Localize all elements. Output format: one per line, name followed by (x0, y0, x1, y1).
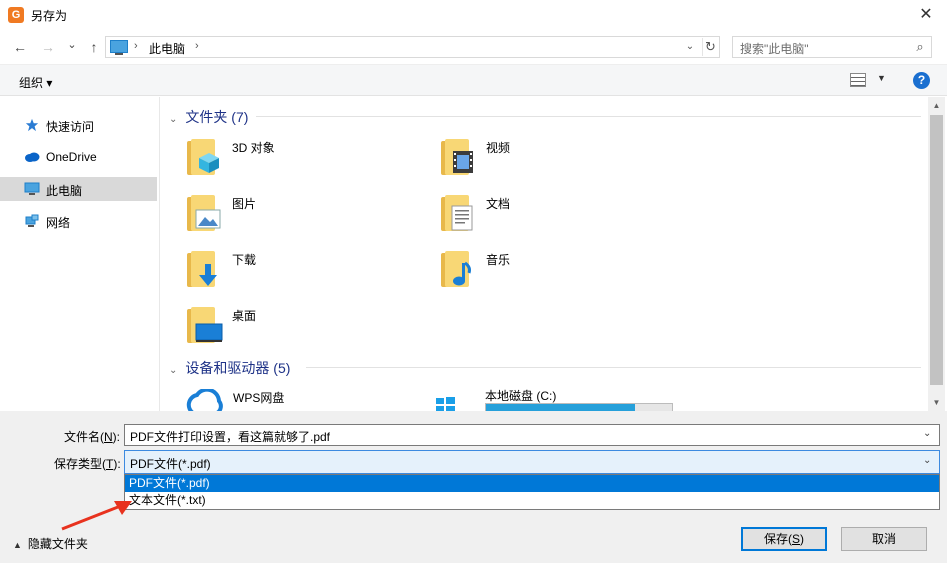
folder-label: 下载 (232, 253, 257, 267)
folders-group-title: 文件夹 (7) (185, 109, 249, 125)
chevron-down-icon[interactable]: ⌄ (923, 455, 931, 466)
window-title: 另存为 (31, 9, 68, 23)
filetype-option-txt[interactable]: 文本文件(*.txt) (125, 492, 939, 509)
back-button[interactable]: ← (10, 37, 30, 57)
up-button[interactable]: ↑ (84, 37, 104, 57)
folder-item-pictures[interactable]: 图片 (185, 191, 415, 237)
devices-group-header[interactable]: ⌄ 设备和驱动器 (5) (169, 358, 290, 378)
filetype-dropdown-list: PDF文件(*.pdf) 文本文件(*.txt) (124, 474, 940, 510)
sidebar-item-label: 快速访问 (46, 120, 95, 134)
filetype-label: 保存类型(T): (54, 457, 121, 471)
folder-item-3d-objects[interactable]: 3D 对象 (185, 135, 415, 181)
videos-folder-icon (439, 137, 479, 177)
downloads-folder-icon (185, 249, 225, 289)
device-label: WPS网盘 (233, 391, 285, 405)
folder-item-documents[interactable]: 文档 (439, 191, 669, 237)
recent-locations-button[interactable]: ⌄ (62, 35, 82, 55)
search-icon[interactable]: ⌕ (911, 38, 929, 56)
music-folder-icon (439, 249, 479, 289)
folder-label: 视频 (486, 141, 511, 155)
wps-app-icon: G (8, 7, 24, 23)
scroll-down-icon[interactable]: ▼ (928, 394, 945, 411)
sidebar-item-this-pc[interactable]: 此电脑 (0, 177, 157, 201)
navigation-pane: 快速访问 OneDrive 此电脑 网络 (0, 97, 160, 411)
file-list-pane: ⌄ 文件夹 (7) 3D 对象 视频 图片 文档 下载 音乐 桌面 ⌄ 设备和驱… (161, 97, 928, 411)
address-dropdown-icon[interactable]: ⌄ (682, 38, 698, 56)
star-icon (25, 118, 39, 132)
cloud-icon (25, 152, 40, 162)
device-item-local-disk-c[interactable]: 本地磁盘 (C:) (435, 385, 685, 411)
close-button[interactable]: ✕ (905, 0, 947, 30)
scroll-thumb[interactable] (930, 115, 943, 385)
view-options-icon[interactable] (850, 73, 866, 87)
device-label: 本地磁盘 (C:) (485, 389, 557, 403)
hide-folders-button[interactable]: ▲ 隐藏文件夹 (13, 535, 88, 552)
forward-button[interactable]: → (38, 37, 58, 57)
address-separator[interactable]: › (134, 40, 138, 52)
folder-label: 音乐 (486, 253, 511, 267)
computer-icon (110, 40, 128, 55)
sidebar-item-network[interactable]: 网络 (0, 209, 157, 233)
network-icon (25, 214, 39, 227)
cancel-button[interactable]: 取消 (841, 527, 927, 551)
folders-group-header[interactable]: ⌄ 文件夹 (7) (169, 107, 248, 127)
save-options-panel: 文件名(N): PDF文件打印设置，看这篇就够了.pdf ⌄ 保存类型(T): … (0, 411, 947, 563)
organize-button[interactable]: 组织 ▾ (19, 74, 52, 91)
chevron-up-icon: ▲ (13, 540, 22, 550)
collapse-chevron-icon: ⌄ (169, 114, 178, 125)
wps-cloud-icon (186, 389, 223, 411)
group-divider (306, 367, 921, 368)
chevron-down-icon[interactable]: ⌄ (923, 428, 931, 439)
filetype-value: PDF文件(*.pdf) (130, 457, 211, 471)
filetype-select[interactable]: PDF文件(*.pdf) ⌄ (124, 450, 940, 474)
folder-label: 图片 (232, 197, 257, 211)
disk-usage-bar (485, 403, 673, 411)
hide-folders-label: 隐藏文件夹 (27, 537, 88, 551)
folder-label: 桌面 (232, 309, 257, 323)
windows-drive-icon (436, 397, 455, 411)
search-placeholder: 搜索"此电脑" (740, 42, 809, 56)
documents-folder-icon (439, 193, 479, 233)
filename-value[interactable]: PDF文件打印设置，看这篇就够了.pdf (130, 428, 330, 445)
save-button[interactable]: 保存(S) (741, 527, 827, 551)
collapse-chevron-icon: ⌄ (169, 365, 178, 376)
disk-usage-fill (486, 404, 635, 411)
folder-item-desktop[interactable]: 桌面 (185, 303, 415, 349)
sidebar-item-label: 此电脑 (46, 184, 83, 198)
search-input[interactable]: 搜索"此电脑" ⌕ (732, 36, 932, 58)
sidebar-item-quick-access[interactable]: 快速访问 (0, 113, 157, 137)
command-bar: 组织 ▾ ▼ ? (0, 64, 947, 96)
devices-group-title: 设备和驱动器 (5) (185, 360, 291, 376)
filename-label: 文件名(N): (64, 430, 121, 444)
address-trailing-separator[interactable]: › (195, 40, 199, 52)
folder-label: 文档 (486, 197, 511, 211)
address-location[interactable]: 此电脑 (149, 40, 185, 57)
filetype-option-pdf[interactable]: PDF文件(*.pdf) (125, 475, 939, 492)
group-divider (256, 116, 921, 117)
sidebar-item-label: 网络 (46, 216, 71, 230)
annotation-arrow-icon (61, 501, 132, 531)
folder-label: 3D 对象 (232, 141, 275, 155)
refresh-icon[interactable]: ↻ (702, 38, 718, 56)
filename-field[interactable]: PDF文件打印设置，看这篇就够了.pdf ⌄ (124, 424, 940, 446)
sidebar-item-label: OneDrive (46, 150, 97, 164)
folder-item-music[interactable]: 音乐 (439, 247, 669, 293)
computer-icon (24, 182, 40, 195)
address-bar[interactable]: › 此电脑 › ⌄ ↻ (105, 36, 720, 58)
folder-item-videos[interactable]: 视频 (439, 135, 669, 181)
scroll-up-icon[interactable]: ▲ (928, 97, 945, 114)
vertical-scrollbar[interactable]: ▲ ▼ (928, 97, 945, 411)
device-item-wps-cloud[interactable]: WPS网盘 (185, 385, 415, 411)
3d-objects-folder-icon (185, 137, 225, 177)
folder-item-downloads[interactable]: 下载 (185, 247, 415, 293)
pictures-folder-icon (185, 193, 225, 233)
help-icon[interactable]: ? (913, 72, 930, 89)
desktop-folder-icon (185, 305, 225, 345)
title-bar: G 另存为 ✕ (0, 0, 947, 30)
view-dropdown-icon[interactable]: ▼ (877, 73, 886, 83)
sidebar-item-onedrive[interactable]: OneDrive (0, 145, 157, 169)
